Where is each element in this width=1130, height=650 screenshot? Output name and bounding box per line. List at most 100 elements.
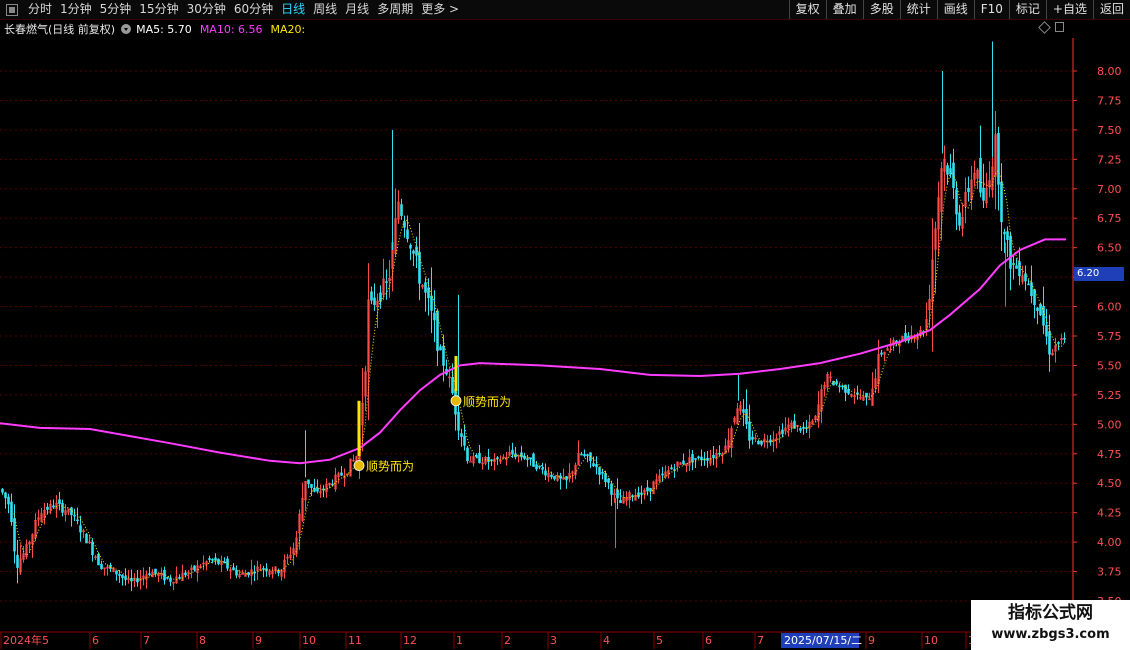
- candle-body: [742, 409, 745, 413]
- candle-body: [1030, 282, 1033, 297]
- candle-body: [433, 312, 436, 321]
- candle-body: [466, 447, 469, 462]
- date-tick-label: 7: [757, 634, 764, 647]
- candle-body: [640, 492, 643, 495]
- candle-body: [559, 475, 562, 479]
- toolbar-button-2[interactable]: 多股: [862, 0, 900, 19]
- candle-body: [553, 475, 556, 480]
- toolbar-button-3[interactable]: 统计: [899, 0, 937, 19]
- candle-body: [955, 189, 958, 215]
- toolbar-button-1[interactable]: 叠加: [825, 0, 863, 19]
- candle-body: [463, 435, 466, 446]
- candle-body: [58, 499, 61, 505]
- tab-8[interactable]: 月线: [341, 0, 373, 19]
- candle-body: [442, 345, 445, 366]
- candle-body: [469, 460, 472, 463]
- ma10-readout: MA10: 6.56: [199, 22, 263, 36]
- watermark-title: 指标公式网: [1008, 603, 1093, 623]
- candle-body: [118, 574, 121, 576]
- candle-body: [124, 576, 127, 580]
- candle-body: [379, 292, 382, 302]
- candle-body: [412, 250, 415, 254]
- toolbar-button-8[interactable]: 返回: [1092, 0, 1130, 19]
- candle-body: [670, 467, 673, 470]
- candle-body: [745, 408, 748, 425]
- tab-5[interactable]: 60分钟: [230, 0, 277, 19]
- candle-body: [799, 428, 802, 431]
- tab-7[interactable]: 周线: [309, 0, 341, 19]
- candle-body: [946, 165, 949, 175]
- candle-body: [166, 577, 169, 579]
- price-tick-label: 5.00: [1097, 418, 1122, 431]
- candle-body: [691, 454, 694, 463]
- stock-name[interactable]: 长春燃气(日线 前复权): [4, 21, 115, 37]
- candle-body: [184, 572, 187, 576]
- tab-9[interactable]: 多周期: [373, 0, 417, 19]
- settings-gear-icon[interactable]: [121, 24, 132, 34]
- candle-body: [10, 501, 13, 523]
- candle-body: [526, 458, 529, 460]
- toolbar-button-7[interactable]: +自选: [1045, 0, 1093, 19]
- candle-body: [607, 478, 610, 483]
- toolbar-button-6[interactable]: 标记: [1008, 0, 1046, 19]
- chart-title-bar: 长春燃气(日线 前复权) MA5: 5.70 MA10: 6.56 MA20:: [0, 20, 1075, 38]
- candle-body: [307, 479, 310, 485]
- candle-body: [511, 449, 514, 455]
- toolbar-button-5[interactable]: F10: [973, 0, 1009, 19]
- date-tick-label: 10: [924, 634, 938, 647]
- candle-body: [1027, 283, 1030, 286]
- tab-1[interactable]: 1分钟: [56, 0, 96, 19]
- candle-body: [1048, 331, 1051, 355]
- candle-body: [1015, 265, 1018, 269]
- date-tick-label: 7: [143, 634, 150, 647]
- candlestick-chart[interactable]: 8.007.757.507.257.006.756.506.256.005.75…: [0, 38, 1130, 650]
- tab-10[interactable]: 更多 >: [417, 0, 463, 19]
- candle-body: [61, 502, 64, 513]
- tab-6[interactable]: 日线: [277, 0, 309, 19]
- candle-body: [610, 483, 613, 495]
- price-tick-label: 4.75: [1097, 448, 1122, 461]
- signal-coin-icon: [450, 395, 462, 407]
- candle-body: [154, 568, 157, 574]
- price-tick-label: 7.00: [1097, 183, 1122, 196]
- chart-corner-controls: [1038, 20, 1064, 34]
- tab-3[interactable]: 15分钟: [135, 0, 182, 19]
- date-tick-label: 9: [255, 634, 262, 647]
- candle-body: [835, 381, 838, 385]
- price-tick-label: 4.00: [1097, 536, 1122, 549]
- watermark: 指标公式网 www.zbgs3.com: [971, 600, 1130, 650]
- candle-body: [73, 514, 76, 517]
- period-toolbar: 分时 1分钟 5分钟 15分钟 30分钟 60分钟 日线 周线 月线 多周期 更多 > 复权 叠加 多股…: [0, 0, 1130, 20]
- candle-body: [904, 332, 907, 340]
- candle-body: [967, 187, 970, 193]
- panel-icon[interactable]: [6, 3, 18, 16]
- toolbar-button-0[interactable]: 复权: [788, 0, 826, 19]
- tab-2[interactable]: 5分钟: [96, 0, 136, 19]
- candle-body: [751, 436, 754, 440]
- candle-body: [544, 470, 547, 476]
- candle-body: [520, 452, 523, 458]
- price-tick-label: 6.00: [1097, 301, 1122, 314]
- candle-body: [409, 245, 412, 249]
- candle-body: [430, 295, 433, 311]
- candle-body: [193, 565, 196, 571]
- price-tick-label: 5.25: [1097, 389, 1122, 402]
- toolbar-button-4[interactable]: 画线: [936, 0, 974, 19]
- diamond-icon[interactable]: [1038, 20, 1051, 34]
- candle-body: [694, 458, 697, 460]
- candle-body: [841, 385, 844, 388]
- candle-body: [958, 212, 961, 226]
- candle-body: [79, 525, 82, 533]
- candle-body: [880, 352, 883, 355]
- date-tick-label: 6: [92, 634, 99, 647]
- tab-0[interactable]: 分时: [24, 0, 56, 19]
- candle-body: [538, 465, 541, 468]
- signal-coin-icon: [353, 460, 365, 471]
- candle-body: [541, 468, 544, 470]
- candle-body: [583, 454, 586, 457]
- candle-body: [217, 558, 220, 565]
- cursor-date-label: 2025/07/15/二: [784, 634, 862, 647]
- candle-body: [385, 281, 388, 283]
- tab-4[interactable]: 30分钟: [183, 0, 230, 19]
- window-icon[interactable]: [1055, 22, 1064, 32]
